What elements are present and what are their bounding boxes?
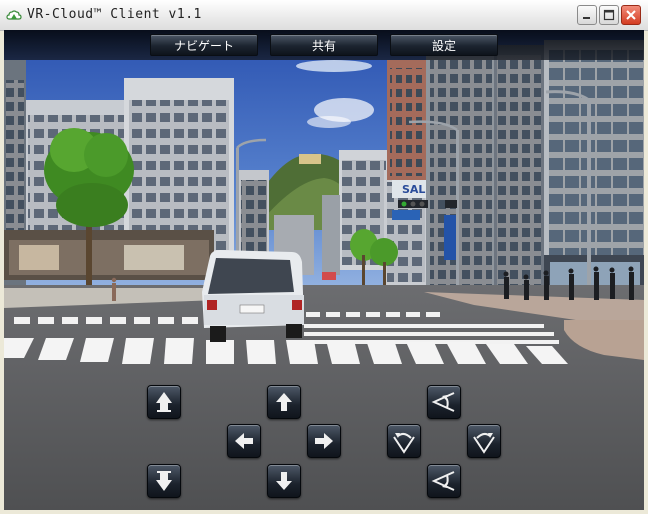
close-icon <box>626 10 636 20</box>
back-fast-button[interactable] <box>147 464 181 498</box>
turn-left-button[interactable] <box>387 424 421 458</box>
tilt-up-icon <box>431 392 455 412</box>
up-arrow-heavy-icon <box>156 392 172 412</box>
settings-button[interactable]: 設定 <box>390 34 498 56</box>
title-bar[interactable]: VR-Cloud™ Client v1.1 <box>0 0 648 31</box>
app-window: VR-Cloud™ Client v1.1 SAL ナビゲート 共有 設定 <box>0 0 648 514</box>
left-button[interactable] <box>227 424 261 458</box>
navigate-button[interactable]: ナビゲート <box>150 34 258 56</box>
look-down-button[interactable] <box>427 464 461 498</box>
left-arrow-icon <box>235 433 253 449</box>
look-up-button[interactable] <box>427 385 461 419</box>
3d-viewport[interactable]: SAL ナビゲート 共有 設定 <box>4 30 644 510</box>
forward-button[interactable] <box>267 385 301 419</box>
rotate-left-icon <box>393 432 415 454</box>
sal-sign: SAL <box>402 183 425 196</box>
rotate-right-icon <box>473 432 495 454</box>
close-button[interactable] <box>621 5 641 25</box>
turn-right-button[interactable] <box>467 424 501 458</box>
up-arrow-icon <box>276 393 292 411</box>
window-title: VR-Cloud™ Client v1.1 <box>27 7 202 22</box>
maximize-icon <box>603 9 615 21</box>
right-arrow-icon <box>315 433 333 449</box>
right-button[interactable] <box>307 424 341 458</box>
cloud-app-icon <box>6 10 22 20</box>
back-button[interactable] <box>267 464 301 498</box>
tilt-down-icon <box>431 471 455 491</box>
minimize-icon <box>583 17 590 19</box>
forward-fast-button[interactable] <box>147 385 181 419</box>
maximize-button[interactable] <box>599 5 619 25</box>
down-arrow-heavy-icon <box>156 471 172 491</box>
minimize-button[interactable] <box>577 5 597 25</box>
down-arrow-icon <box>276 472 292 490</box>
share-button[interactable]: 共有 <box>270 34 378 56</box>
